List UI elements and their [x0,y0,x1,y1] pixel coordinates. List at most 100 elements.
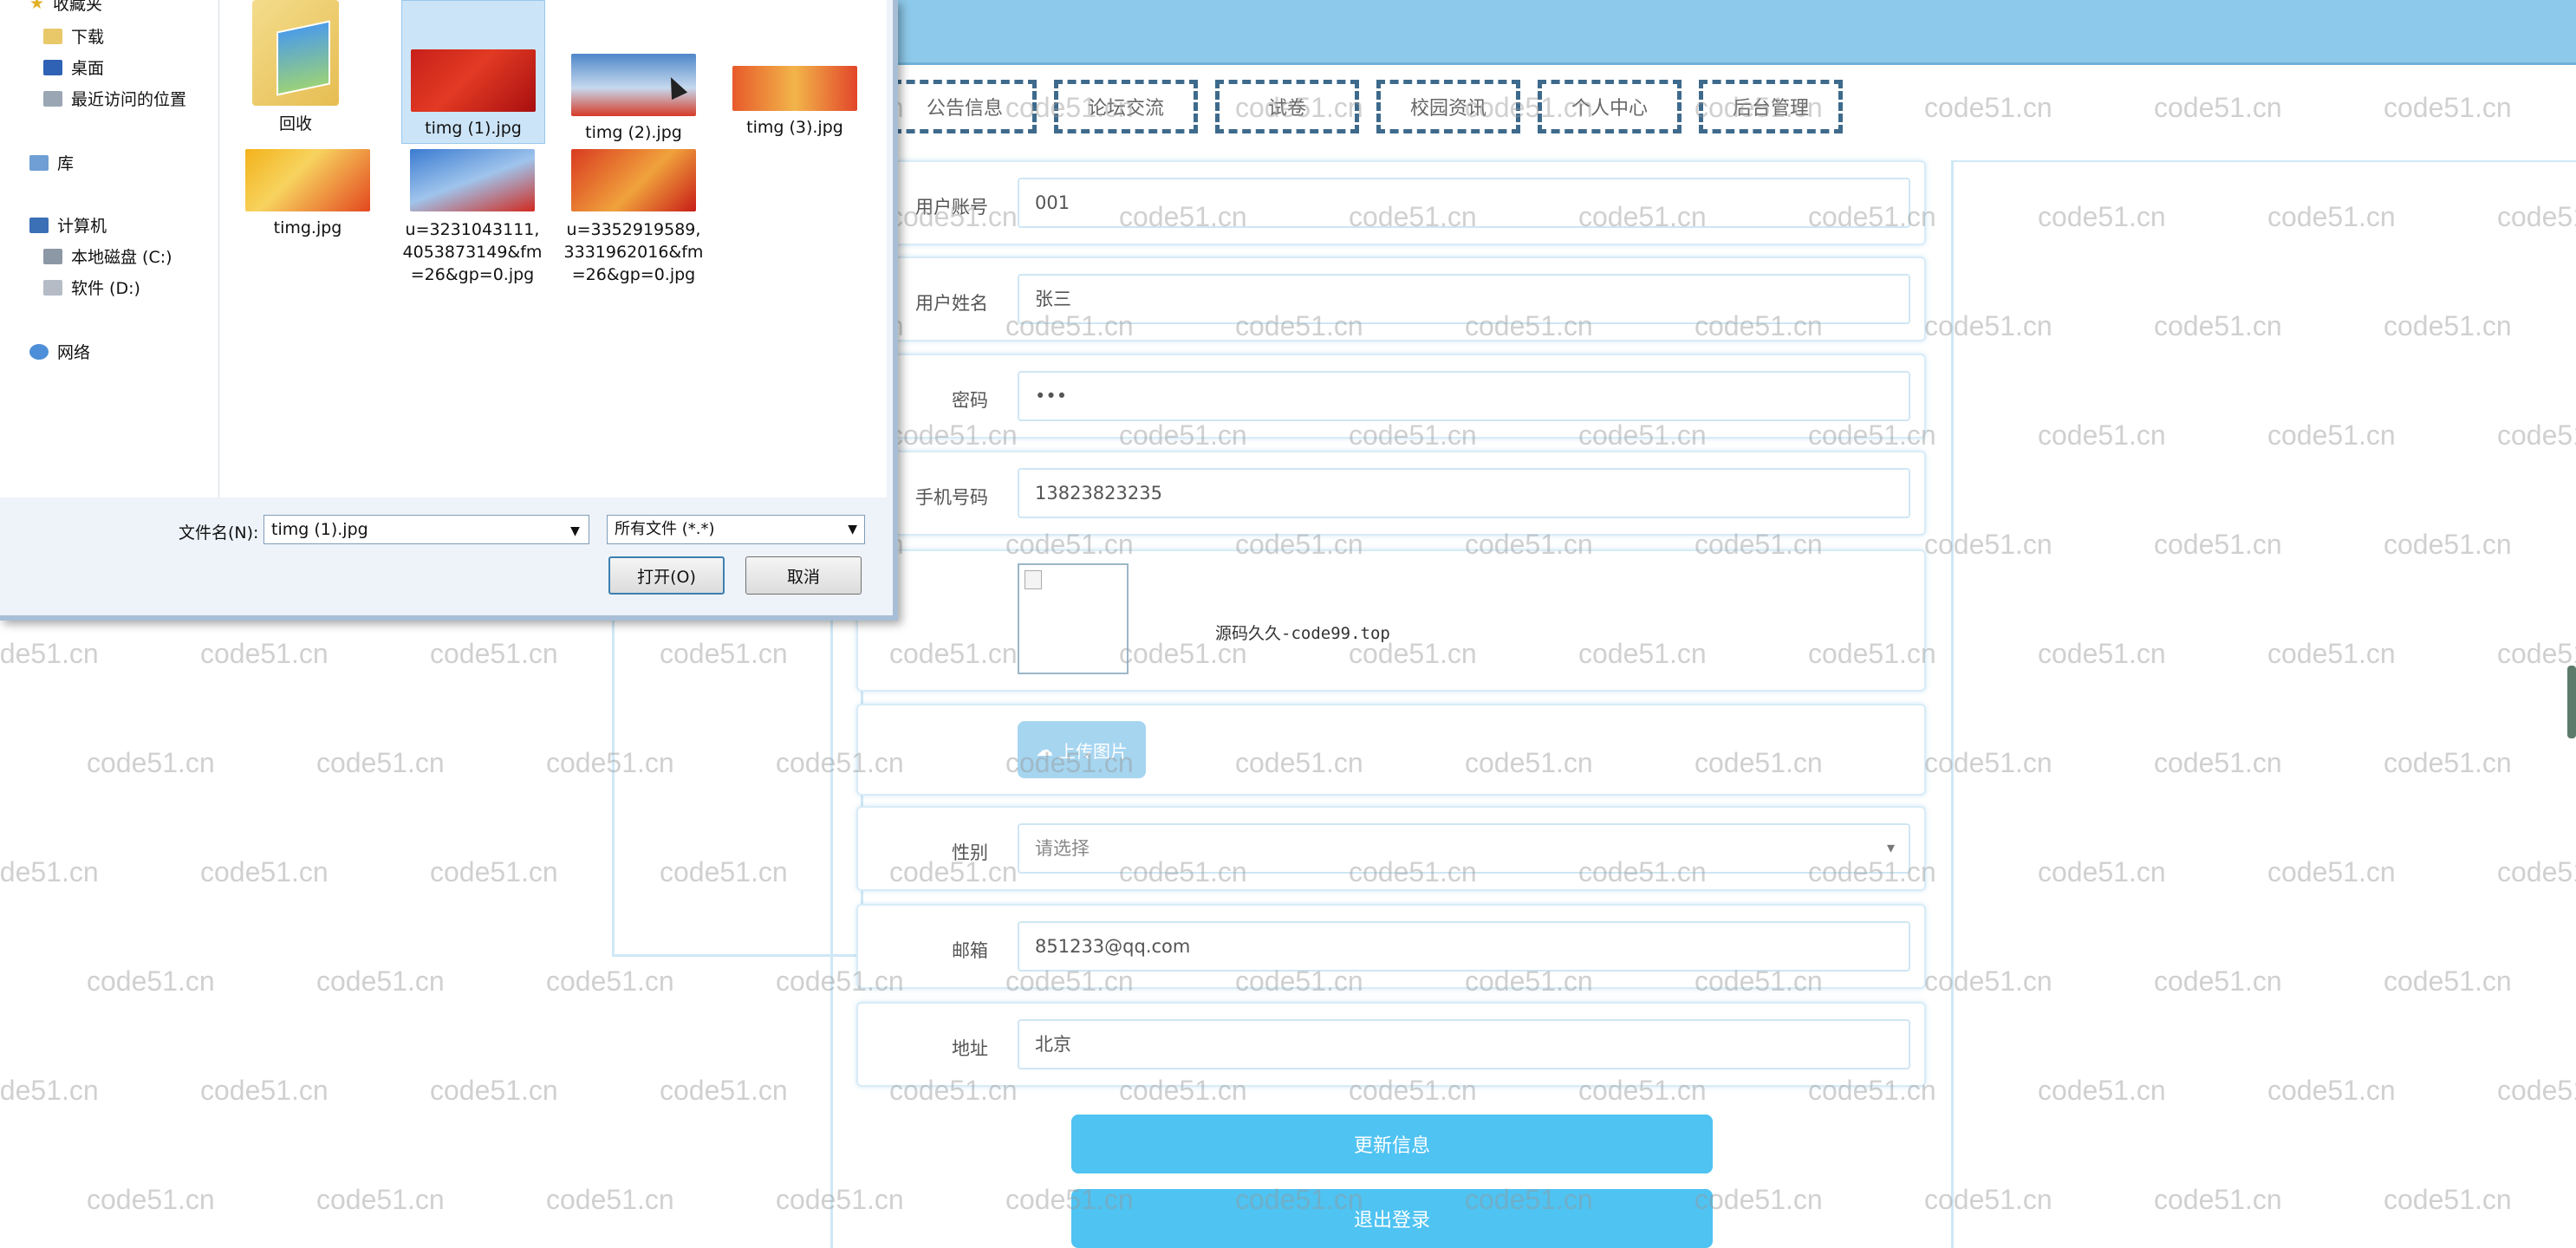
logout-button[interactable]: 退出登录 [1071,1189,1713,1248]
avatar-alt-text: 源码久久-code99.top [1215,624,1390,643]
file-item-timg-3[interactable]: timg (3).jpg [724,66,866,137]
tree-label: 下载 [71,28,105,47]
name-input[interactable]: 张三 [1018,274,1910,324]
panel-divider [1954,160,2576,162]
file-type-select[interactable]: 所有文件 (*.*) ▼ [607,515,865,544]
tree-item-libraries[interactable]: 库 [29,151,74,174]
nav-item-exam[interactable]: 试卷 [1215,80,1359,133]
gender-select[interactable]: 请选择 ▾ [1018,823,1910,874]
form-row-password: 密码 ••• [856,354,1926,439]
watermark-text: code51.cn [2384,965,2512,997]
tree-label: 桌面 [71,59,105,78]
desktop-icon [43,59,62,75]
watermark-text: code51.cn [2038,201,2166,232]
watermark-text: code51.cn [2154,965,2282,997]
file-item-u-3231043111[interactable]: u=3231043111,4053873149&fm=26&gp=0.jpg [401,149,543,286]
file-item-timg[interactable]: timg.jpg [237,149,379,237]
nav-item-forum[interactable]: 论坛交流 [1054,80,1198,133]
watermark-text: code51.cn [2267,638,2396,669]
image-thumbnail [732,66,857,111]
tree-item-software[interactable]: 软件 (D:) [43,276,140,299]
watermark-text: code51.cn [660,1075,788,1106]
file-item-timg-1[interactable]: timg (1).jpg [401,0,545,144]
file-name: u=3231043111,4053873149&fm=26&gp=0.jpg [402,220,543,284]
tree-item-computer[interactable]: 计算机 [29,213,107,237]
watermark-text: code51.cn [430,638,558,669]
image-thumbnail [410,149,535,211]
page-scrollbar[interactable] [2567,666,2576,738]
chevron-down-icon: ▼ [570,524,580,538]
form-row-name: 用户姓名 张三 [856,257,1926,341]
watermark-text: code51.cn [2497,638,2576,669]
computer-icon [29,217,49,233]
image-thumbnail [571,149,696,211]
tree-item-network[interactable]: 网络 [29,340,90,363]
recent-places-icon [43,90,62,107]
navigation-tree: ★ 收藏夹 下载 桌面 最近访问的位置 库 计算机 本地磁盘 (C:) 软件 (… [0,0,219,497]
filename-history-dropdown[interactable]: ▼ [562,515,589,544]
watermark-text: code51.cn [2384,529,2512,560]
file-open-dialog: ★ 收藏夹 下载 桌面 最近访问的位置 库 计算机 本地磁盘 (C:) 软件 (… [0,0,898,621]
watermark-text: code51.cn [2267,201,2396,232]
tree-item-recent[interactable]: 最近访问的位置 [43,87,186,110]
account-input[interactable]: 001 [1018,178,1910,228]
watermark-text: code51.cn [0,856,99,887]
watermark-text: code51.cn [2384,747,2512,778]
name-label: 用户姓名 [915,293,988,314]
tree-label: 计算机 [57,217,107,236]
image-thumbnail [411,49,536,112]
downloads-folder-icon [43,28,62,44]
nav-item-profile[interactable]: 个人中心 [1538,80,1682,133]
watermark-text: code51.cn [316,965,445,997]
watermark-text: code51.cn [2154,529,2282,560]
email-label: 邮箱 [952,940,988,961]
tree-item-desktop[interactable]: 桌面 [43,55,104,79]
cancel-button[interactable]: 取消 [745,556,862,595]
watermark-text: code51.cn [87,1184,215,1215]
nav-item-campus-news[interactable]: 校园资讯 [1376,80,1520,133]
file-item-timg-2[interactable]: timg (2).jpg [563,54,705,142]
watermark-text: code51.cn [2497,856,2576,887]
upload-button-label: 上传图片 [1058,740,1128,762]
nav-item-notice[interactable]: 公告信息 [893,80,1037,133]
address-input[interactable]: 北京 [1018,1019,1910,1069]
file-list: 回收 timg (1).jpg timg (2).jpg timg (3).jp… [219,0,887,497]
watermark-text: code51.cn [2154,747,2282,778]
gender-label: 性别 [952,842,988,863]
watermark-text: code51.cn [430,856,558,887]
watermark-text: code51.cn [2267,419,2396,451]
watermark-text: code51.cn [2267,856,2396,887]
file-item-u-3352919589[interactable]: u=3352919589,3331962016&fm=26&gp=0.jpg [563,149,705,286]
watermark-text: code51.cn [2497,201,2576,232]
upload-image-button[interactable]: ☁ 上传图片 [1018,721,1146,778]
watermark-text: code51.cn [2497,1075,2576,1106]
tree-item-favorites[interactable]: ★ 收藏夹 [29,0,102,15]
password-input[interactable]: ••• [1018,371,1910,421]
watermark-text: code51.cn [2384,92,2512,123]
watermark-text: code51.cn [2497,419,2576,451]
watermark-text: code51.cn [200,638,329,669]
tree-item-local-disk[interactable]: 本地磁盘 (C:) [43,244,172,268]
watermark-text: code51.cn [316,747,445,778]
form-row-phone: 手机号码 13823823235 [856,451,1926,536]
watermark-text: code51.cn [1924,92,2052,123]
form-row-address: 地址 北京 [856,1002,1926,1087]
filename-input[interactable]: timg (1).jpg [263,515,589,544]
file-name: u=3352919589,3331962016&fm=26&gp=0.jpg [563,220,704,284]
watermark-text: code51.cn [2038,1075,2166,1106]
nav-item-admin[interactable]: 后台管理 [1699,80,1843,133]
phone-input[interactable]: 13823823235 [1018,468,1910,518]
form-row-email: 邮箱 851233@qq.com [856,904,1926,989]
folder-icon [252,0,339,106]
update-info-button[interactable]: 更新信息 [1071,1115,1713,1173]
watermark-text: code51.cn [2154,92,2282,123]
phone-label: 手机号码 [915,487,988,508]
file-item-folder[interactable]: 回收 [224,0,367,134]
tree-item-downloads[interactable]: 下载 [43,24,104,48]
email-input[interactable]: 851233@qq.com [1018,921,1910,972]
form-row-upload: ☁ 上传图片 [856,704,1926,796]
chevron-down-icon: ▾ [1886,839,1895,857]
form-row-avatar: 源码久久-code99.top [856,549,1926,692]
watermark-text: code51.cn [0,1075,99,1106]
open-button[interactable]: 打开(O) [608,556,725,595]
